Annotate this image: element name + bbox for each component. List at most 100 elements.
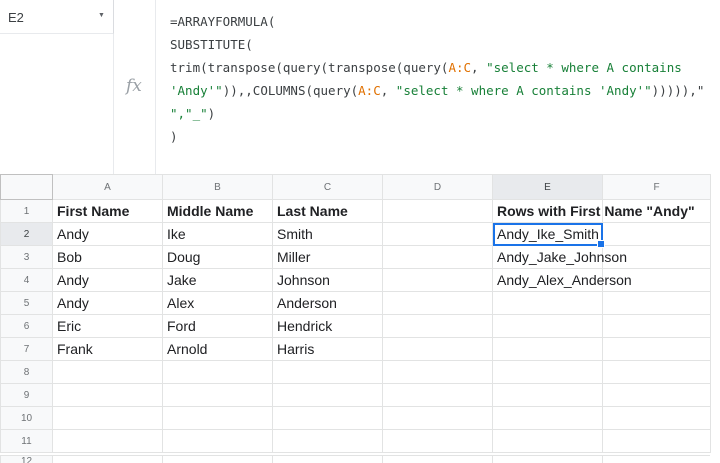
cell-c1[interactable]: Last Name xyxy=(272,199,383,223)
cell-f10[interactable] xyxy=(602,406,711,430)
cell-value: Anderson xyxy=(277,295,337,311)
row-header-12[interactable]: 12 xyxy=(0,455,53,463)
row-header-7[interactable]: 7 xyxy=(0,337,53,361)
cell-b2[interactable]: Ike xyxy=(162,222,273,246)
cell-f1[interactable] xyxy=(602,199,711,223)
cell-d5[interactable] xyxy=(382,291,493,315)
cell-a6[interactable]: Eric xyxy=(52,314,163,338)
cell-c7[interactable]: Harris xyxy=(272,337,383,361)
cell-b3[interactable]: Doug xyxy=(162,245,273,269)
column-header-d[interactable]: D xyxy=(382,174,493,200)
cell-e12[interactable] xyxy=(492,455,603,463)
column-header-e[interactable]: E xyxy=(492,174,603,200)
column-header-a[interactable]: A xyxy=(52,174,163,200)
cell-d4[interactable] xyxy=(382,268,493,292)
cell-a9[interactable] xyxy=(52,383,163,407)
cell-d6[interactable] xyxy=(382,314,493,338)
select-all-corner[interactable] xyxy=(0,174,53,200)
cell-a3[interactable]: Bob xyxy=(52,245,163,269)
row-header-8[interactable]: 8 xyxy=(0,360,53,384)
cell-b6[interactable]: Ford xyxy=(162,314,273,338)
cell-a2[interactable]: Andy xyxy=(52,222,163,246)
row-header-6[interactable]: 6 xyxy=(0,314,53,338)
cell-c10[interactable] xyxy=(272,406,383,430)
cell-d12[interactable] xyxy=(382,455,493,463)
row-header-9[interactable]: 9 xyxy=(0,383,53,407)
cell-b1[interactable]: Middle Name xyxy=(162,199,273,223)
chevron-down-icon[interactable]: ▼ xyxy=(98,12,105,19)
cell-value: Eric xyxy=(57,318,82,334)
cell-c2[interactable]: Smith xyxy=(272,222,383,246)
row-header-1[interactable]: 1 xyxy=(0,199,53,223)
cell-c4[interactable]: Johnson xyxy=(272,268,383,292)
cell-f8[interactable] xyxy=(602,360,711,384)
cell-d11[interactable] xyxy=(382,429,493,453)
cell-a12[interactable] xyxy=(52,455,163,463)
cell-d2[interactable] xyxy=(382,222,493,246)
formula-range: A:C xyxy=(358,83,381,98)
cell-a1[interactable]: First Name xyxy=(52,199,163,223)
column-header-b[interactable]: B xyxy=(162,174,273,200)
cell-f4[interactable] xyxy=(602,268,711,292)
column-header-f[interactable]: F xyxy=(602,174,711,200)
cell-d9[interactable] xyxy=(382,383,493,407)
formula-line: ) xyxy=(170,125,715,148)
cell-e1[interactable]: Rows with First Name "Andy" xyxy=(492,199,695,223)
cell-e11[interactable] xyxy=(492,429,603,453)
cell-a5[interactable]: Andy xyxy=(52,291,163,315)
cell-c12[interactable] xyxy=(272,455,383,463)
row-header-4[interactable]: 4 xyxy=(0,268,53,292)
cell-a10[interactable] xyxy=(52,406,163,430)
cell-f11[interactable] xyxy=(602,429,711,453)
row-header-2[interactable]: 2 xyxy=(0,222,53,246)
cell-b12[interactable] xyxy=(162,455,273,463)
cell-e10[interactable] xyxy=(492,406,603,430)
cell-d3[interactable] xyxy=(382,245,493,269)
cell-c5[interactable]: Anderson xyxy=(272,291,383,315)
spreadsheet-grid[interactable]: ABCDEF 1 First Name Middle Name Last Name Ro… xyxy=(0,174,720,463)
cell-e9[interactable] xyxy=(492,383,603,407)
cell-f9[interactable] xyxy=(602,383,711,407)
cell-f2[interactable] xyxy=(602,222,711,246)
cell-c3[interactable]: Miller xyxy=(272,245,383,269)
cell-f5[interactable] xyxy=(602,291,711,315)
cell-e4[interactable]: Andy_Alex_Anderson xyxy=(492,268,632,292)
cell-f7[interactable] xyxy=(602,337,711,361)
cell-c8[interactable] xyxy=(272,360,383,384)
cell-e6[interactable] xyxy=(492,314,603,338)
cell-e3[interactable]: Andy_Jake_Johnson xyxy=(492,245,627,269)
cell-d7[interactable] xyxy=(382,337,493,361)
cell-b9[interactable] xyxy=(162,383,273,407)
column-header-c[interactable]: C xyxy=(272,174,383,200)
formula-range: A:C xyxy=(448,60,472,75)
cell-e5[interactable] xyxy=(492,291,603,315)
cell-a7[interactable]: Frank xyxy=(52,337,163,361)
cell-d8[interactable] xyxy=(382,360,493,384)
row-header-11[interactable]: 11 xyxy=(0,429,53,453)
cell-a11[interactable] xyxy=(52,429,163,453)
row-header-10[interactable]: 10 xyxy=(0,406,53,430)
cell-b11[interactable] xyxy=(162,429,273,453)
cell-d1[interactable] xyxy=(382,199,493,223)
cell-a8[interactable] xyxy=(52,360,163,384)
cell-e2[interactable]: Andy_Ike_Smith xyxy=(492,222,605,248)
cell-f12[interactable] xyxy=(602,455,710,463)
cell-d10[interactable] xyxy=(382,406,493,430)
cell-b4[interactable]: Jake xyxy=(162,268,273,292)
formula-input[interactable]: =ARRAYFORMULA(SUBSTITUTE(trim(transpose(… xyxy=(170,10,715,148)
name-box[interactable]: E2 ▼ xyxy=(0,0,114,34)
cell-b7[interactable]: Arnold xyxy=(162,337,273,361)
cell-a4[interactable]: Andy xyxy=(52,268,163,292)
cell-c6[interactable]: Hendrick xyxy=(272,314,383,338)
cell-c11[interactable] xyxy=(272,429,383,453)
cell-b10[interactable] xyxy=(162,406,273,430)
cell-e7[interactable] xyxy=(492,337,603,361)
cell-e8[interactable] xyxy=(492,360,603,384)
cell-b8[interactable] xyxy=(162,360,273,384)
cell-b5[interactable]: Alex xyxy=(162,291,273,315)
cell-c9[interactable] xyxy=(272,383,383,407)
row-header-5[interactable]: 5 xyxy=(0,291,53,315)
row-header-3[interactable]: 3 xyxy=(0,245,53,269)
cell-f6[interactable] xyxy=(602,314,711,338)
cell-f3[interactable] xyxy=(602,245,711,269)
